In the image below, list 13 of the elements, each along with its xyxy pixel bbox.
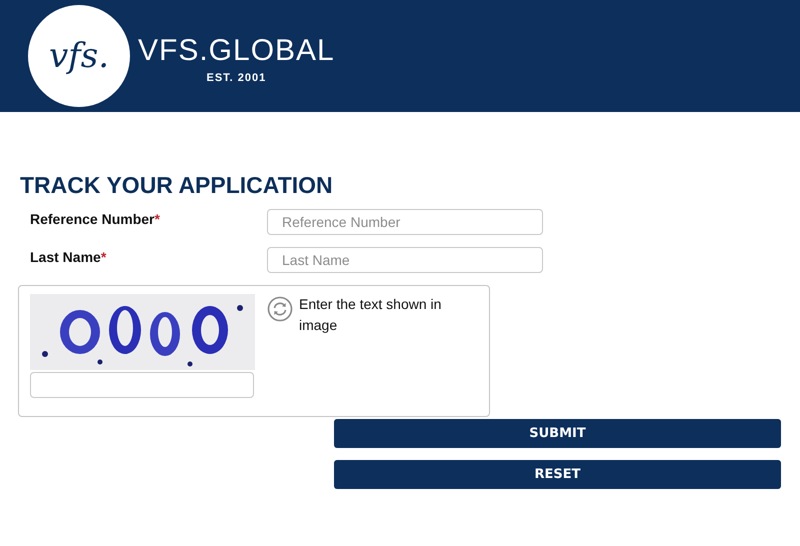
field-label: Reference Number*	[30, 210, 161, 227]
action-button[interactable]: SUBMIT	[334, 419, 781, 448]
brand-name: VFS.GLOBAL	[138, 34, 335, 68]
page-title: TRACK YOUR APPLICATION	[20, 172, 334, 198]
text-input-field[interactable]: Last Name	[267, 247, 543, 273]
action-button[interactable]: RESET	[334, 460, 781, 489]
refresh-icon[interactable]	[267, 296, 293, 322]
logo-mark: vfs.	[48, 36, 110, 76]
brand-tagline: EST. 2001	[206, 72, 266, 84]
captcha-input-field[interactable]	[30, 372, 254, 398]
text-input-field[interactable]: Reference Number	[267, 209, 543, 235]
field-label: Last Name*	[30, 248, 108, 265]
captcha-instruction: Enter the text shown in image	[299, 295, 442, 335]
